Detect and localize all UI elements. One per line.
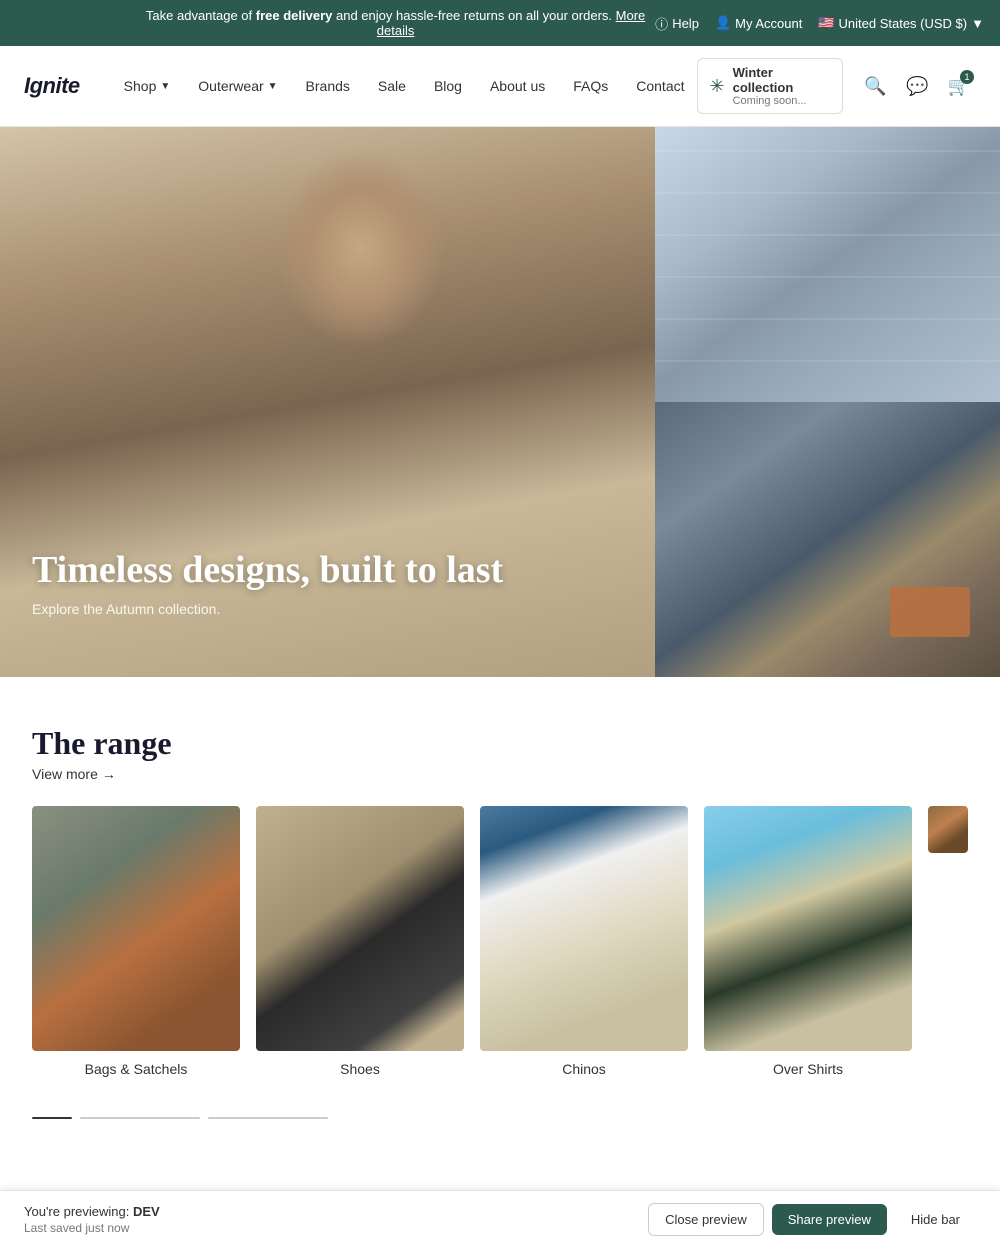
hero-text: Timeless designs, built to last Explore … (32, 549, 503, 617)
snowflake-icon: ✳ (710, 76, 725, 97)
hero-top-right-image (655, 127, 1000, 402)
range-section: The range View more → Bags & Satchels Sh… (0, 677, 1000, 1101)
shoes-image (256, 806, 464, 1051)
carousel-dot-1[interactable] (32, 1117, 72, 1119)
cart-button[interactable]: 🛒 1 (942, 68, 976, 104)
navbar: Ignite Shop ▼ Outerwear ▼ Brands Sale Bl… (0, 46, 1000, 127)
last-saved-text: Last saved just now (24, 1221, 648, 1235)
preview-actions: Close preview Share preview Hide bar (648, 1203, 976, 1236)
overshirts-image (704, 806, 912, 1051)
nav-links: Shop ▼ Outerwear ▼ Brands Sale Blog Abou… (112, 70, 697, 102)
chevron-down-icon: ▼ (971, 16, 984, 31)
range-title: The range (32, 725, 968, 762)
nav-blog[interactable]: Blog (422, 70, 474, 102)
range-item-partial[interactable] (928, 806, 968, 1077)
logo[interactable]: Ignite (24, 73, 80, 99)
hero-subtext: Explore the Autumn collection. (32, 601, 503, 617)
view-more-link[interactable]: View more → (32, 766, 968, 782)
winter-collection-badge[interactable]: ✳ Winter collection Coming soon... (697, 58, 843, 114)
message-icon: 💬 (906, 76, 928, 97)
range-item-overshirts[interactable]: Over Shirts (704, 806, 912, 1077)
partial-image (928, 806, 968, 853)
preview-label: You're previewing: DEV (24, 1204, 648, 1219)
help-icon: ⓘ (655, 14, 668, 33)
search-icon: 🔍 (864, 76, 886, 97)
shoes-label: Shoes (340, 1061, 380, 1077)
cart-count-badge: 1 (960, 70, 974, 84)
bags-image (32, 806, 240, 1051)
nav-sale[interactable]: Sale (366, 70, 418, 102)
announcement-text: Take advantage of free delivery and enjo… (136, 8, 655, 38)
help-link[interactable]: ⓘ Help (655, 14, 699, 33)
hero-section: Timeless designs, built to last Explore … (0, 127, 1000, 677)
hero-headline: Timeless designs, built to last (32, 549, 503, 593)
close-preview-button[interactable]: Close preview (648, 1203, 764, 1236)
share-preview-button[interactable]: Share preview (772, 1204, 887, 1235)
carousel-dots (0, 1101, 1000, 1135)
nav-right: ✳ Winter collection Coming soon... 🔍 💬 🛒… (697, 58, 977, 114)
overshirts-label: Over Shirts (773, 1061, 843, 1077)
nav-about[interactable]: About us (478, 70, 557, 102)
search-button[interactable]: 🔍 (859, 68, 893, 104)
chevron-down-icon: ▼ (160, 81, 170, 92)
chevron-down-icon: ▼ (268, 81, 278, 92)
nav-outerwear[interactable]: Outerwear ▼ (186, 70, 289, 102)
preview-info: You're previewing: DEV Last saved just n… (24, 1204, 648, 1235)
winter-badge-title: Winter collection (733, 65, 830, 95)
nav-shop[interactable]: Shop ▼ (112, 70, 183, 102)
nav-brands[interactable]: Brands (294, 70, 362, 102)
hide-bar-button[interactable]: Hide bar (895, 1204, 976, 1235)
range-item-bags[interactable]: Bags & Satchels (32, 806, 240, 1077)
bags-label: Bags & Satchels (85, 1061, 188, 1077)
nav-faqs[interactable]: FAQs (561, 70, 620, 102)
winter-badge-subtitle: Coming soon... (733, 95, 830, 107)
announcement-bar: Take advantage of free delivery and enjo… (0, 0, 1000, 46)
announcement-link[interactable]: More details (377, 8, 645, 38)
hero-main-image: Timeless designs, built to last Explore … (0, 127, 655, 677)
chinos-label: Chinos (562, 1061, 606, 1077)
range-grid: Bags & Satchels Shoes Chinos Over Shirts (32, 806, 968, 1077)
range-item-chinos[interactable]: Chinos (480, 806, 688, 1077)
flag-icon: 🇺🇸 (818, 15, 834, 31)
range-header: The range View more → (32, 725, 968, 782)
preview-env: DEV (133, 1204, 160, 1219)
message-button[interactable]: 💬 (900, 68, 934, 104)
account-link[interactable]: 👤 My Account (715, 15, 802, 31)
carousel-dot-2[interactable] (80, 1117, 200, 1119)
nav-contact[interactable]: Contact (624, 70, 696, 102)
account-icon: 👤 (715, 15, 731, 31)
region-selector[interactable]: 🇺🇸 United States (USD $) ▼ (818, 15, 984, 31)
hero-bottom-right-image (655, 402, 1000, 677)
range-item-shoes[interactable]: Shoes (256, 806, 464, 1077)
preview-bar: You're previewing: DEV Last saved just n… (0, 1190, 1000, 1248)
chinos-image (480, 806, 688, 1051)
arrow-right-icon: → (102, 766, 116, 782)
carousel-dot-3[interactable] (208, 1117, 328, 1119)
